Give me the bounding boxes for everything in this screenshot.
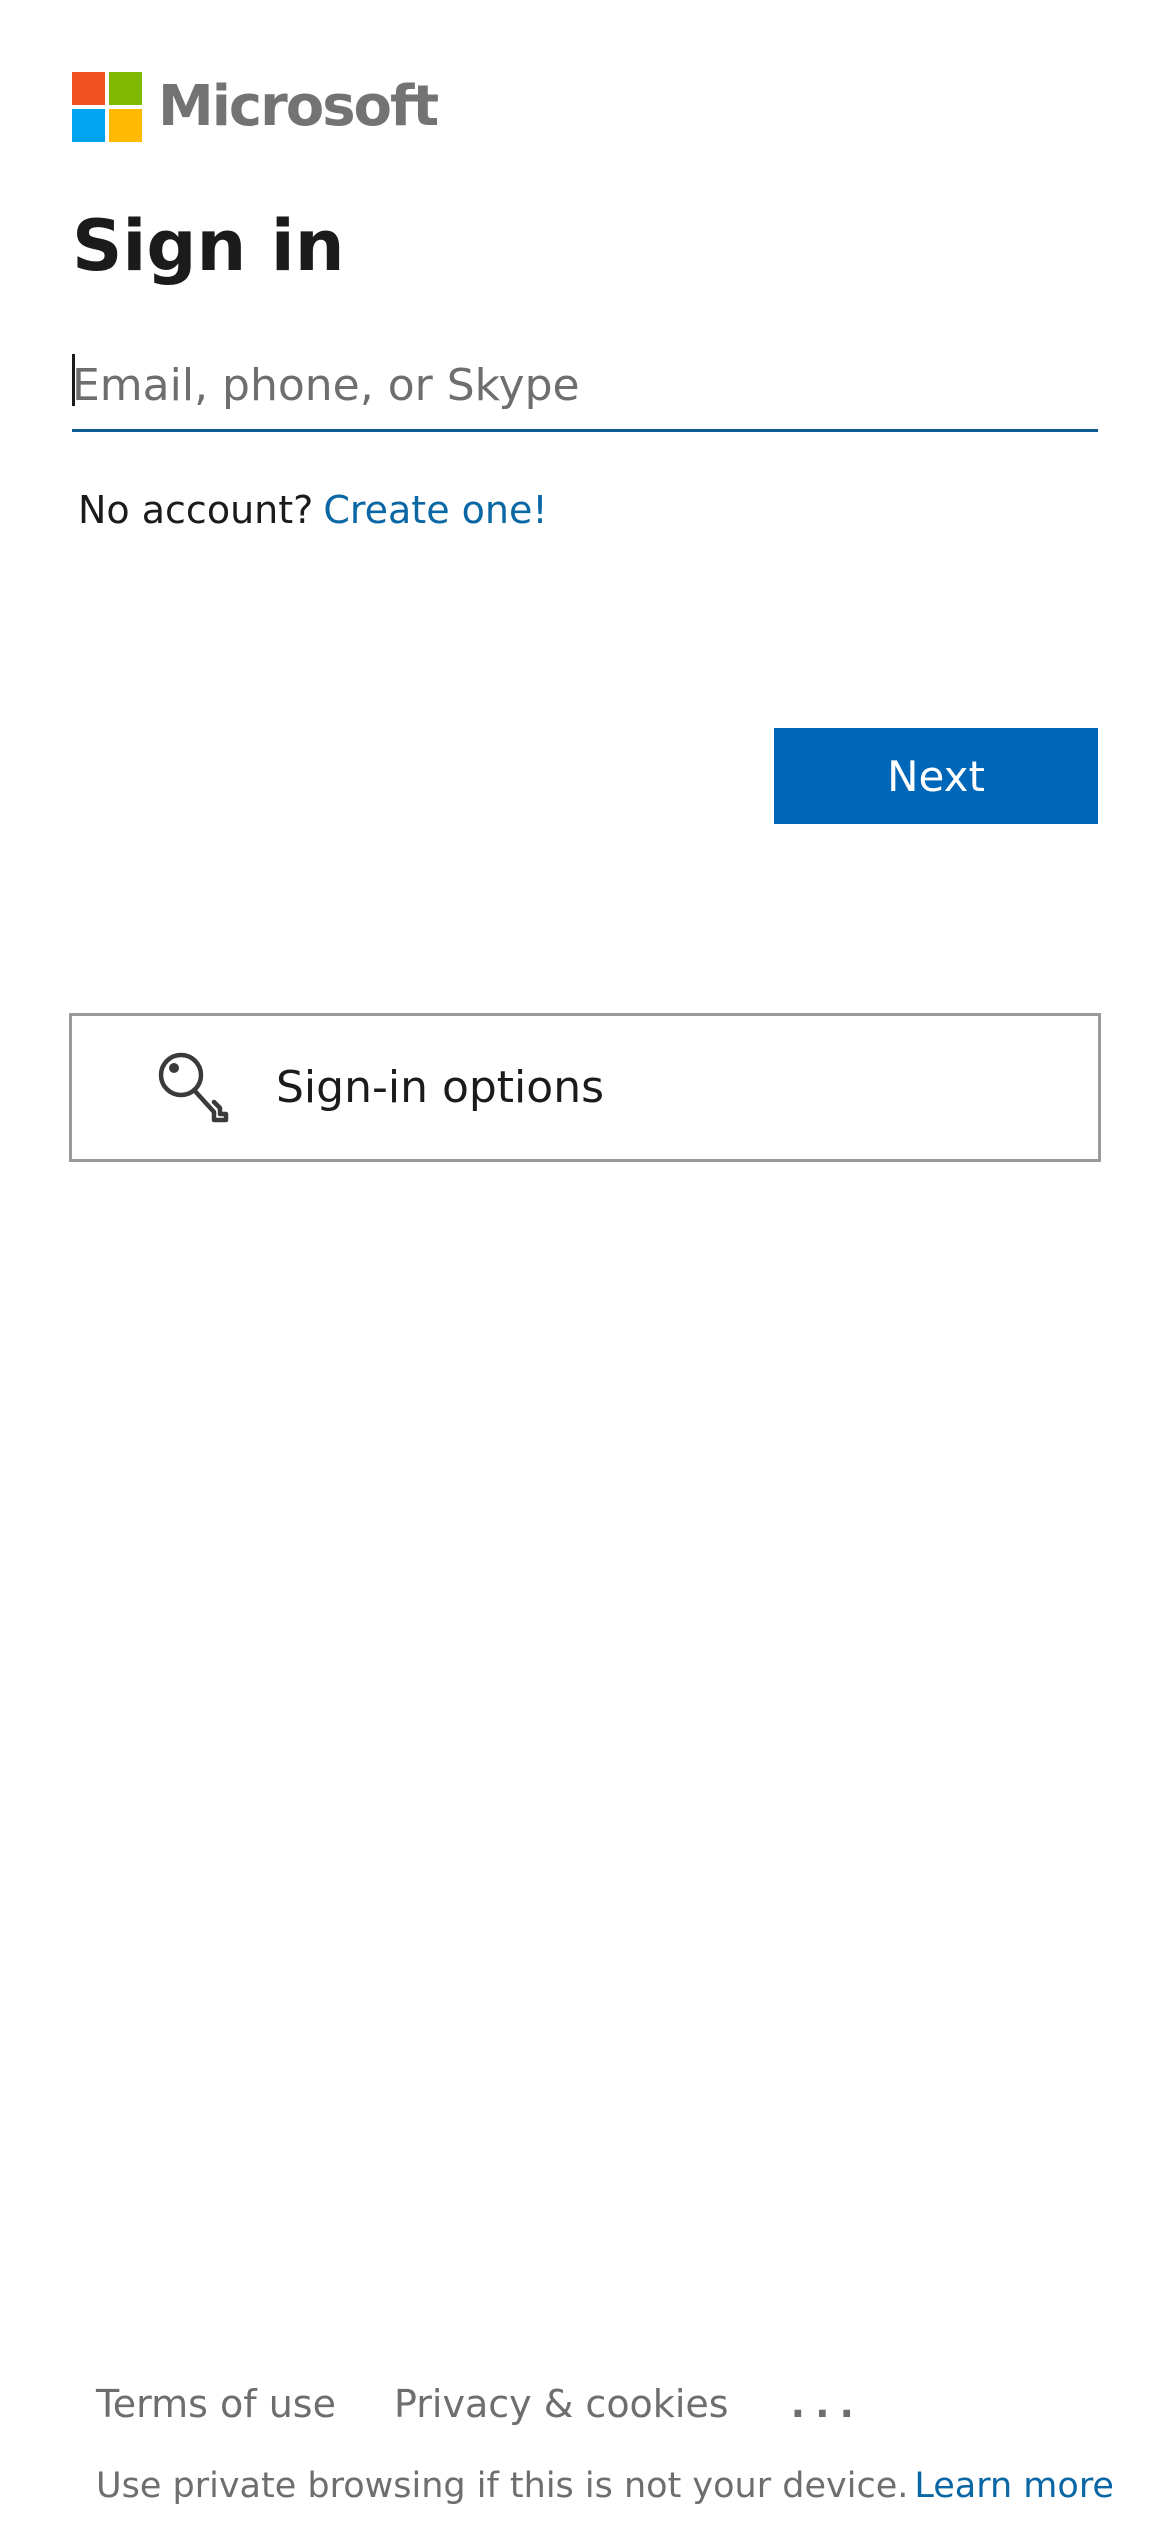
- private-note-text: Use private browsing if this is not your…: [96, 2466, 909, 2506]
- email-field[interactable]: [72, 342, 1098, 432]
- page-title: Sign in: [72, 205, 345, 287]
- text-caret: [72, 354, 75, 406]
- brand-name: Microsoft: [158, 74, 439, 139]
- privacy-cookies-link[interactable]: Privacy & cookies: [394, 2378, 729, 2430]
- no-account-text: No account?: [78, 488, 314, 532]
- footer-links: Terms of use Privacy & cookies ...: [96, 2378, 864, 2430]
- next-button[interactable]: Next: [774, 728, 1098, 824]
- private-browsing-note: Use private browsing if this is not your…: [96, 2460, 1114, 2512]
- microsoft-logo-icon: [72, 72, 142, 142]
- more-options-button[interactable]: ...: [791, 2378, 864, 2430]
- create-account-link[interactable]: Create one!: [323, 488, 547, 532]
- sign-in-options-label: Sign-in options: [276, 1062, 605, 1113]
- sign-in-options-button[interactable]: Sign-in options: [69, 1013, 1101, 1162]
- learn-more-link[interactable]: Learn more: [914, 2466, 1114, 2506]
- no-account-row: No account? Create one!: [78, 484, 548, 536]
- microsoft-logo: Microsoft: [72, 72, 439, 142]
- terms-of-use-link[interactable]: Terms of use: [96, 2378, 336, 2430]
- key-icon: [158, 1052, 229, 1123]
